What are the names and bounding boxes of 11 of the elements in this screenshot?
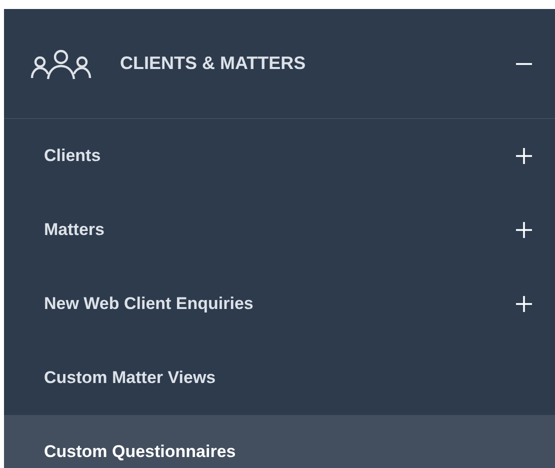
expand-icon[interactable] — [515, 221, 533, 239]
menu-item[interactable]: Clients — [4, 119, 555, 193]
people-icon — [30, 48, 92, 80]
menu-item[interactable]: Custom Questionnaires — [4, 415, 555, 468]
section-header[interactable]: CLIENTS & MATTERS — [4, 9, 555, 119]
menu-item[interactable]: Custom Matter Views — [4, 341, 555, 415]
expand-icon[interactable] — [515, 147, 533, 165]
menu-item[interactable]: Matters — [4, 193, 555, 267]
section-title: CLIENTS & MATTERS — [120, 52, 307, 75]
expand-icon[interactable] — [515, 295, 533, 313]
menu-item[interactable]: New Web Client Enquiries — [4, 267, 555, 341]
